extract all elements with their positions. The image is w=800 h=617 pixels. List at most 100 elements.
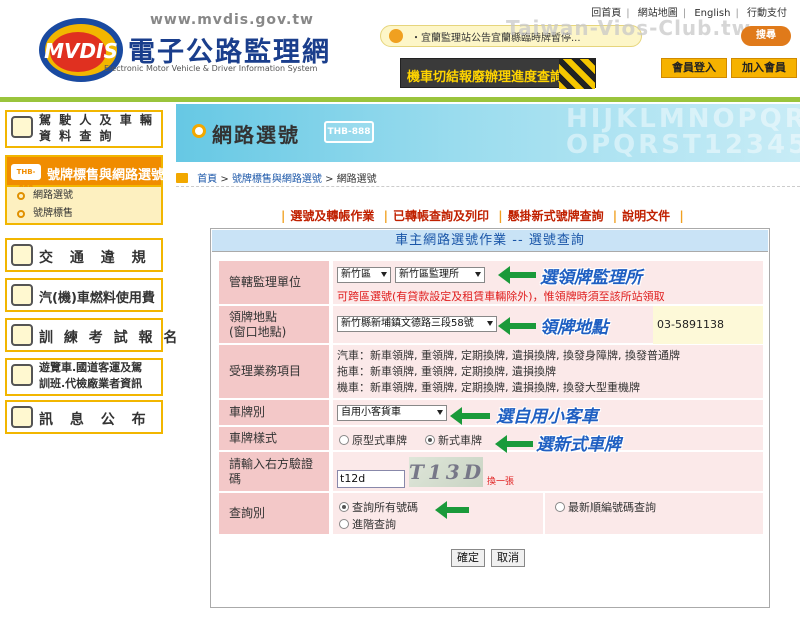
plate-badge: THB-888 (324, 121, 374, 143)
id-card-icon (11, 116, 33, 138)
annotation-plate-style: 選新式車牌 (536, 435, 621, 455)
captcha-input[interactable]: t12d (337, 470, 405, 488)
sidebar-item-label: 訓 練 考 試 報 名 (39, 330, 181, 346)
sidebar-item-driver-vehicle-query[interactable]: 駕 駛 人 及 車 輛資 料 查 詢 (5, 110, 163, 148)
plate-icon: THB-888 (11, 164, 41, 192)
register-button[interactable]: 加入會員 (731, 58, 797, 78)
sidebar-item-traffic-violation[interactable]: 交 通 違 規 (5, 238, 163, 272)
label-car-type: 車牌別 (219, 400, 331, 425)
label-plate-style: 車牌樣式 (219, 427, 331, 450)
radio-circle-icon (339, 519, 349, 529)
service-motorcycle: 機車：新車領牌, 重領牌, 定期換牌, 遺損換牌, 換發大型重機牌 (337, 381, 640, 394)
sidebar-item-label: 遊覽車.國道客運及駕 訓班.代檢廠業者資訊 (39, 361, 143, 390)
refresh-captcha-link[interactable]: 換一張 (487, 474, 514, 487)
annotation-office: 選領牌監理所 (540, 268, 642, 288)
arrow-left-icon (450, 407, 490, 425)
label-services: 受理業務項目 (219, 345, 331, 398)
site-url: www.mvdis.gov.tw (150, 12, 314, 28)
breadcrumb-home[interactable]: 首頁 (197, 174, 217, 185)
bullet-icon (17, 192, 25, 200)
breadcrumb-divider (176, 186, 800, 187)
office-select[interactable]: 新竹區監理所 (395, 267, 485, 283)
sidebar-item-label: 訊 息 公 布 (39, 412, 152, 428)
service-car: 汽車：新車領牌, 重領牌, 定期換牌, 遺損換牌, 換發身障牌, 換發普通牌 (337, 349, 680, 362)
subnav-new-plate-query[interactable]: 懸掛新式號牌查詢 (508, 209, 604, 223)
subnav-documentation[interactable]: 說明文件 (622, 209, 670, 223)
title-bullet-icon (192, 124, 206, 138)
arrow-left-icon (435, 501, 469, 519)
sidebar-item-announcements[interactable]: 訊 息 公 布 (5, 400, 163, 434)
hazard-stripe-icon (559, 59, 595, 89)
office-note: 可跨區選號(有貸款設定及租賃車輛除外)，惟領牌時須至該所站領取 (337, 290, 665, 303)
cancel-button[interactable]: 取消 (491, 549, 525, 567)
sidebar-sub-plate-auction[interactable]: 號牌標售 (5, 205, 163, 225)
breadcrumb-plate-selection[interactable]: 號牌標售與網路選號 (232, 174, 322, 185)
megaphone-icon (389, 29, 403, 43)
region-select[interactable]: 新竹區 (337, 267, 391, 283)
sub-navigation: | 選號及轉帳作業 | 已轉帳查詢及列印 | 懸掛新式號牌查詢 | 說明文件 | (281, 209, 684, 223)
banner-text: 機車切結報廢辦理進度查詢 (407, 70, 564, 85)
radio-query-all[interactable]: 查詢所有號碼 (339, 499, 418, 515)
radio-circle-icon (555, 502, 565, 512)
arrow-left-icon (498, 266, 536, 284)
info-icon (11, 406, 33, 428)
office-phone: 03-5891138 (653, 306, 763, 344)
arrow-left-icon (498, 317, 536, 335)
logo-text: MVDIS (44, 39, 118, 63)
row-location: 領牌地點 (窗口地點) 新竹縣新埔鎮文德路三段58號 03-5891138 (219, 306, 763, 344)
arrow-left-icon (495, 435, 533, 453)
sidebar-item-exam-registration[interactable]: 訓 練 考 試 報 名 (5, 318, 177, 352)
plate-query-form: 車主網路選號作業 -- 選號查詢 管轄監理單位 新竹區 新竹區監理所 可跨區選號… (210, 228, 770, 608)
breadcrumb: 首頁 > 號牌標售與網路選號 > 網路選號 (176, 170, 377, 185)
search-button[interactable]: 搜尋 (741, 26, 791, 46)
annotation-car-type: 選自用小客車 (496, 407, 598, 427)
label-captcha: 請輸入右方驗證碼 (219, 452, 331, 491)
radio-query-latest[interactable]: 最新順編號碼查詢 (555, 499, 656, 515)
radio-circle-icon (339, 435, 349, 445)
sidebar-item-fuel-fee[interactable]: 汽(機)車燃料使用費 (5, 278, 163, 312)
sidebar-item-plate-selection[interactable]: THB-888 號牌標售與網路選號 (5, 155, 165, 192)
form-heading: 車主網路選號作業 -- 選號查詢 (212, 230, 768, 252)
bullet-icon (17, 210, 25, 218)
subnav-selection-transfer[interactable]: 選號及轉帳作業 (290, 209, 374, 223)
sidebar-item-bus-operator-info[interactable]: 遊覽車.國道客運及駕 訓班.代檢廠業者資訊 (5, 358, 163, 396)
subnav-paid-query-print[interactable]: 已轉帳查詢及列印 (393, 209, 489, 223)
site-subtitle: Electronic Motor Vehicle & Driver Inform… (104, 64, 318, 73)
chevron-down-icon (437, 410, 443, 415)
radio-old-style[interactable]: 原型式車牌 (339, 432, 407, 448)
label-query-type: 查詢別 (219, 493, 331, 534)
car-type-select[interactable]: 自用小客貨車 (337, 405, 447, 421)
chevron-down-icon (381, 272, 387, 277)
radio-selected-icon (425, 435, 435, 445)
radio-new-style[interactable]: 新式車牌 (425, 432, 482, 448)
label-location: 領牌地點 (窗口地點) (219, 306, 331, 343)
sidebar-sub-online-selection[interactable]: 網路選號 (5, 187, 163, 205)
row-car-type: 車牌別 自用小客貨車 (219, 400, 763, 426)
sidebar: 駕 駛 人 及 車 輛資 料 查 詢 THB-888 號牌標售與網路選號 網路選… (0, 102, 177, 617)
annotation-location: 領牌地點 (540, 318, 608, 338)
row-captcha: 請輸入右方驗證碼 t12d T13D 換一張 (219, 452, 763, 492)
watermark-text: Taiwan-Vios-Club.tw (506, 16, 752, 40)
service-trailer: 拖車：新車領牌, 重領牌, 定期換牌, 遺損換牌 (337, 365, 556, 378)
folder-icon (176, 173, 188, 183)
radio-query-advanced[interactable]: 進階查詢 (339, 516, 396, 532)
page-banner: HIJKLMNOPQRSTUVWXYZOPQRST1234567890 網路選號… (176, 104, 800, 162)
scrap-progress-banner[interactable]: 機車切結報廢辦理進度查詢 (400, 58, 596, 89)
location-select[interactable]: 新竹縣新埔鎮文德路三段58號 (337, 316, 497, 332)
confirm-button[interactable]: 確定 (451, 549, 485, 567)
captcha-image: T13D (409, 457, 483, 487)
row-plate-style: 車牌樣式 原型式車牌 新式車牌 (219, 427, 763, 451)
ticket-icon (11, 244, 33, 266)
fuel-icon (11, 284, 33, 306)
document-icon (11, 324, 33, 346)
sidebar-item-label: 號牌標售與網路選號 (47, 168, 165, 183)
row-services: 受理業務項目 汽車：新車領牌, 重領牌, 定期換牌, 遺損換牌, 換發身障牌, … (219, 345, 763, 399)
sidebar-item-label: 汽(機)車燃料使用費 (39, 291, 155, 306)
login-button[interactable]: 會員登入 (661, 58, 727, 78)
page-title: 網路選號 (212, 123, 300, 147)
sidebar-item-label: 交 通 違 規 (39, 250, 152, 266)
sidebar-item-label: 駕 駛 人 及 車 輛資 料 查 詢 (39, 113, 154, 143)
mvdis-logo[interactable]: MVDIS (38, 12, 124, 84)
radio-selected-icon (339, 502, 349, 512)
bus-icon (11, 364, 33, 386)
